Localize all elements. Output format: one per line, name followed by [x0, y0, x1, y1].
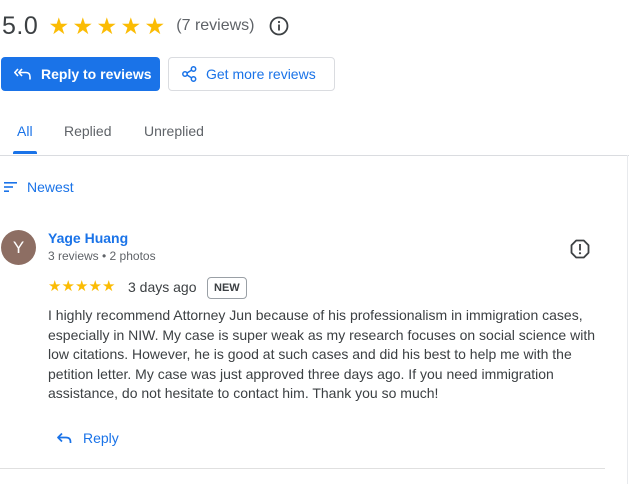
new-badge-label: NEW [214, 282, 240, 294]
report-flag-icon[interactable] [570, 239, 590, 259]
sort-dropdown[interactable]: Newest [4, 179, 74, 195]
star-icon: ★ [102, 278, 116, 295]
reply-to-reviews-label: Reply to reviews [41, 66, 152, 82]
active-tab-indicator [13, 151, 37, 154]
star-icon: ★ [144, 12, 166, 39]
tab-replied-label: Replied [64, 123, 112, 139]
new-badge: NEW [207, 277, 247, 299]
star-icon: ★ [75, 278, 89, 295]
reply-all-icon [14, 68, 31, 80]
share-icon [182, 66, 197, 82]
reply-arrow-icon [57, 432, 72, 443]
rating-summary: 5.0 ★ ★ ★ ★ ★ (7 reviews) [0, 8, 289, 44]
info-icon[interactable] [269, 16, 289, 36]
sort-label: Newest [27, 179, 74, 195]
star-icon: ★ [72, 12, 94, 39]
reviewer-meta: 3 reviews • 2 photos [48, 249, 156, 263]
star-icon: ★ [96, 12, 118, 39]
star-icon: ★ [120, 12, 142, 39]
review-rating-stars: ★ ★ ★ ★ ★ [48, 279, 116, 294]
sort-lines-icon [4, 182, 17, 192]
reviewer-name[interactable]: Yage Huang [48, 230, 128, 246]
tab-all[interactable]: All [17, 113, 33, 155]
avatar[interactable]: Y [1, 230, 36, 265]
tab-unreplied-label: Unreplied [144, 123, 204, 139]
star-icon: ★ [48, 12, 70, 39]
tab-all-label: All [17, 123, 33, 139]
review-text: I highly recommend Attorney Jun because … [48, 307, 595, 401]
review-date: 3 days ago [128, 279, 197, 295]
reply-button[interactable]: Reply [57, 430, 119, 446]
rating-stars: ★ ★ ★ ★ ★ [47, 12, 167, 39]
reply-to-reviews-button[interactable]: Reply to reviews [1, 57, 160, 91]
get-more-reviews-button[interactable]: Get more reviews [168, 57, 335, 91]
panel-edge [627, 155, 628, 484]
reply-label: Reply [83, 430, 119, 446]
star-icon: ★ [61, 278, 75, 295]
average-rating: 5.0 [2, 11, 39, 40]
avatar-initial: Y [12, 237, 25, 257]
tab-replied[interactable]: Replied [64, 113, 111, 155]
star-icon: ★ [48, 278, 62, 295]
review-count: (7 reviews) [176, 17, 255, 34]
get-more-reviews-label: Get more reviews [206, 66, 316, 82]
star-icon: ★ [88, 278, 102, 295]
divider [0, 468, 605, 469]
tab-unreplied[interactable]: Unreplied [144, 113, 204, 155]
review-filter-tabs: All Replied Unreplied [0, 113, 629, 156]
